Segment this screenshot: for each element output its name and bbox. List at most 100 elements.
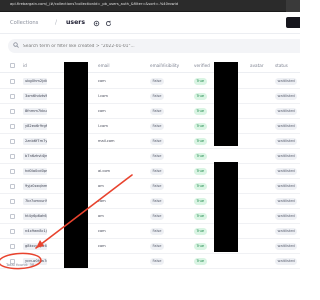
page-header: Collections / users — [0, 12, 300, 34]
row-checkbox[interactable] — [10, 169, 15, 174]
row-checkbox[interactable] — [10, 79, 15, 84]
new-record-button[interactable] — [286, 17, 300, 28]
row-checkbox[interactable] — [10, 229, 15, 234]
table-row[interactable]: n4x9wn8c1j0bv com False True waitlisted — [0, 224, 300, 239]
column-header-verified[interactable]: verified — [194, 63, 210, 68]
address-bar-url[interactable]: api.firebargain.com/_/#/collections?coll… — [10, 2, 178, 6]
table-row[interactable]: 3xm6hdvts9ni7cc l.com False True waitlis… — [0, 89, 300, 104]
column-header-status[interactable]: status — [275, 63, 288, 68]
table-header: id email emailVisibility verified name a… — [0, 59, 300, 73]
column-header-id[interactable]: id — [23, 63, 27, 68]
column-header-email[interactable]: email — [98, 63, 110, 68]
row-status-badge: waitlisted — [275, 213, 298, 220]
row-id: hd0la0cd0ps4ne — [23, 168, 47, 175]
row-status-badge: waitlisted — [275, 183, 298, 190]
row-id: 8fnmm7kbu3hbo — [23, 108, 47, 115]
row-email: com — [98, 199, 106, 203]
row-email: l.com — [98, 94, 108, 98]
table-row[interactable]: ht4y6p6ah6jyhrv om False True waitlisted — [0, 209, 300, 224]
records-table-body: ubg0hm2jdlomr com False True waitlisted … — [0, 74, 300, 272]
row-id: 2znb6f7m7yd5jwt — [23, 138, 47, 145]
row-status-badge: waitlisted — [275, 108, 298, 115]
browser-tab-edge — [286, 0, 300, 12]
row-checkbox[interactable] — [10, 214, 15, 219]
row-checkbox[interactable] — [10, 199, 15, 204]
row-verified-badge: True — [194, 108, 207, 115]
app-window: Collections / users id email emailVisibi… — [0, 12, 300, 300]
row-emailvisibility-badge: False — [150, 183, 165, 190]
row-emailvisibility-badge: False — [150, 78, 165, 85]
table-row[interactable]: y82ex6r9rgfg2pc l.com False True waitlis… — [0, 119, 300, 134]
row-verified-badge: True — [194, 213, 207, 220]
table-row[interactable]: ubg0hm2jdlomr com False True waitlisted — [0, 74, 300, 89]
row-status-badge: waitlisted — [275, 93, 298, 100]
column-header-avatar[interactable]: avatar — [250, 63, 264, 68]
row-checkbox[interactable] — [10, 184, 15, 189]
redaction-block-email — [64, 62, 88, 268]
redaction-block-name-lower — [214, 162, 238, 252]
row-emailvisibility-badge: False — [150, 258, 165, 265]
search-icon — [13, 42, 19, 50]
row-verified-badge: True — [194, 258, 207, 265]
breadcrumb-separator: / — [55, 19, 58, 26]
table-row[interactable]: ycnuz0fyw7dxpxb False True waitlisted — [0, 254, 300, 269]
total-found-label: Total found: 38 — [6, 262, 35, 267]
row-id: ht4y6p6ah6jyhrv — [23, 213, 47, 220]
row-checkbox[interactable] — [10, 94, 15, 99]
search-bar — [8, 39, 300, 53]
row-id: g8kxvusy56gmlw — [23, 243, 47, 250]
redaction-block-name-upper — [214, 62, 238, 146]
gear-icon[interactable] — [92, 19, 100, 27]
row-verified-badge: True — [194, 198, 207, 205]
row-verified-badge: True — [194, 243, 207, 250]
row-verified-badge: True — [194, 153, 207, 160]
row-id: b7n6zhvt4jml3k — [23, 153, 47, 160]
row-checkbox[interactable] — [10, 154, 15, 159]
table-row[interactable]: 2znb6f7m7yd5jwt mail.com False True wait… — [0, 134, 300, 149]
table-row[interactable]: 9yjz0zzqlnm9mad om False True waitlisted — [0, 179, 300, 194]
row-checkbox[interactable] — [10, 139, 15, 144]
row-verified-badge: True — [194, 78, 207, 85]
search-input[interactable] — [23, 42, 273, 50]
row-status-badge: waitlisted — [275, 138, 298, 145]
row-email: ai.com — [98, 169, 111, 173]
row-emailvisibility-badge: False — [150, 93, 165, 100]
refresh-icon[interactable] — [104, 19, 112, 27]
table-row[interactable]: g8kxvusy56gmlw com False True waitlisted — [0, 239, 300, 254]
row-emailvisibility-badge: False — [150, 123, 165, 130]
row-id: n4x9wn8c1j0bv — [23, 228, 47, 235]
row-id: 7br7omvurl9mfd — [23, 198, 47, 205]
table-row[interactable]: 7br7omvurl9mfd com False True waitlisted — [0, 194, 300, 209]
row-email: com — [98, 244, 106, 248]
row-emailvisibility-badge: False — [150, 228, 165, 235]
row-status-badge: waitlisted — [275, 78, 298, 85]
select-all-checkbox[interactable] — [10, 63, 15, 68]
row-emailvisibility-badge: False — [150, 108, 165, 115]
row-emailvisibility-badge: False — [150, 153, 165, 160]
row-verified-badge: True — [194, 138, 207, 145]
column-header-emailvisibility[interactable]: emailVisibility — [150, 63, 179, 68]
row-email: com — [98, 79, 106, 83]
row-id: 3xm6hdvts9ni7cc — [23, 93, 47, 100]
table-row[interactable]: 8fnmm7kbu3hbo com False True waitlisted — [0, 104, 300, 119]
row-checkbox[interactable] — [10, 244, 15, 249]
row-id: y82ex6r9rgfg2pc — [23, 123, 47, 130]
table-row[interactable]: hd0la0cd0ps4ne ai.com False True waitlis… — [0, 164, 300, 179]
row-verified-badge: True — [194, 93, 207, 100]
row-status-badge: waitlisted — [275, 123, 298, 130]
row-checkbox[interactable] — [10, 124, 15, 129]
row-verified-badge: True — [194, 168, 207, 175]
row-status-badge: waitlisted — [275, 243, 298, 250]
row-status-badge: waitlisted — [275, 258, 298, 265]
breadcrumb-collections[interactable]: Collections — [10, 20, 38, 26]
row-id: ubg0hm2jdlomr — [23, 78, 47, 85]
row-emailvisibility-badge: False — [150, 138, 165, 145]
row-verified-badge: True — [194, 228, 207, 235]
row-checkbox[interactable] — [10, 109, 15, 114]
row-id: 9yjz0zzqlnm9mad — [23, 183, 47, 190]
row-status-badge: waitlisted — [275, 198, 298, 205]
row-email: l.com — [98, 124, 108, 128]
row-email: com — [98, 109, 106, 113]
row-email: mail.com — [98, 139, 115, 143]
table-row[interactable]: b7n6zhvt4jml3k False True waitlisted — [0, 149, 300, 164]
